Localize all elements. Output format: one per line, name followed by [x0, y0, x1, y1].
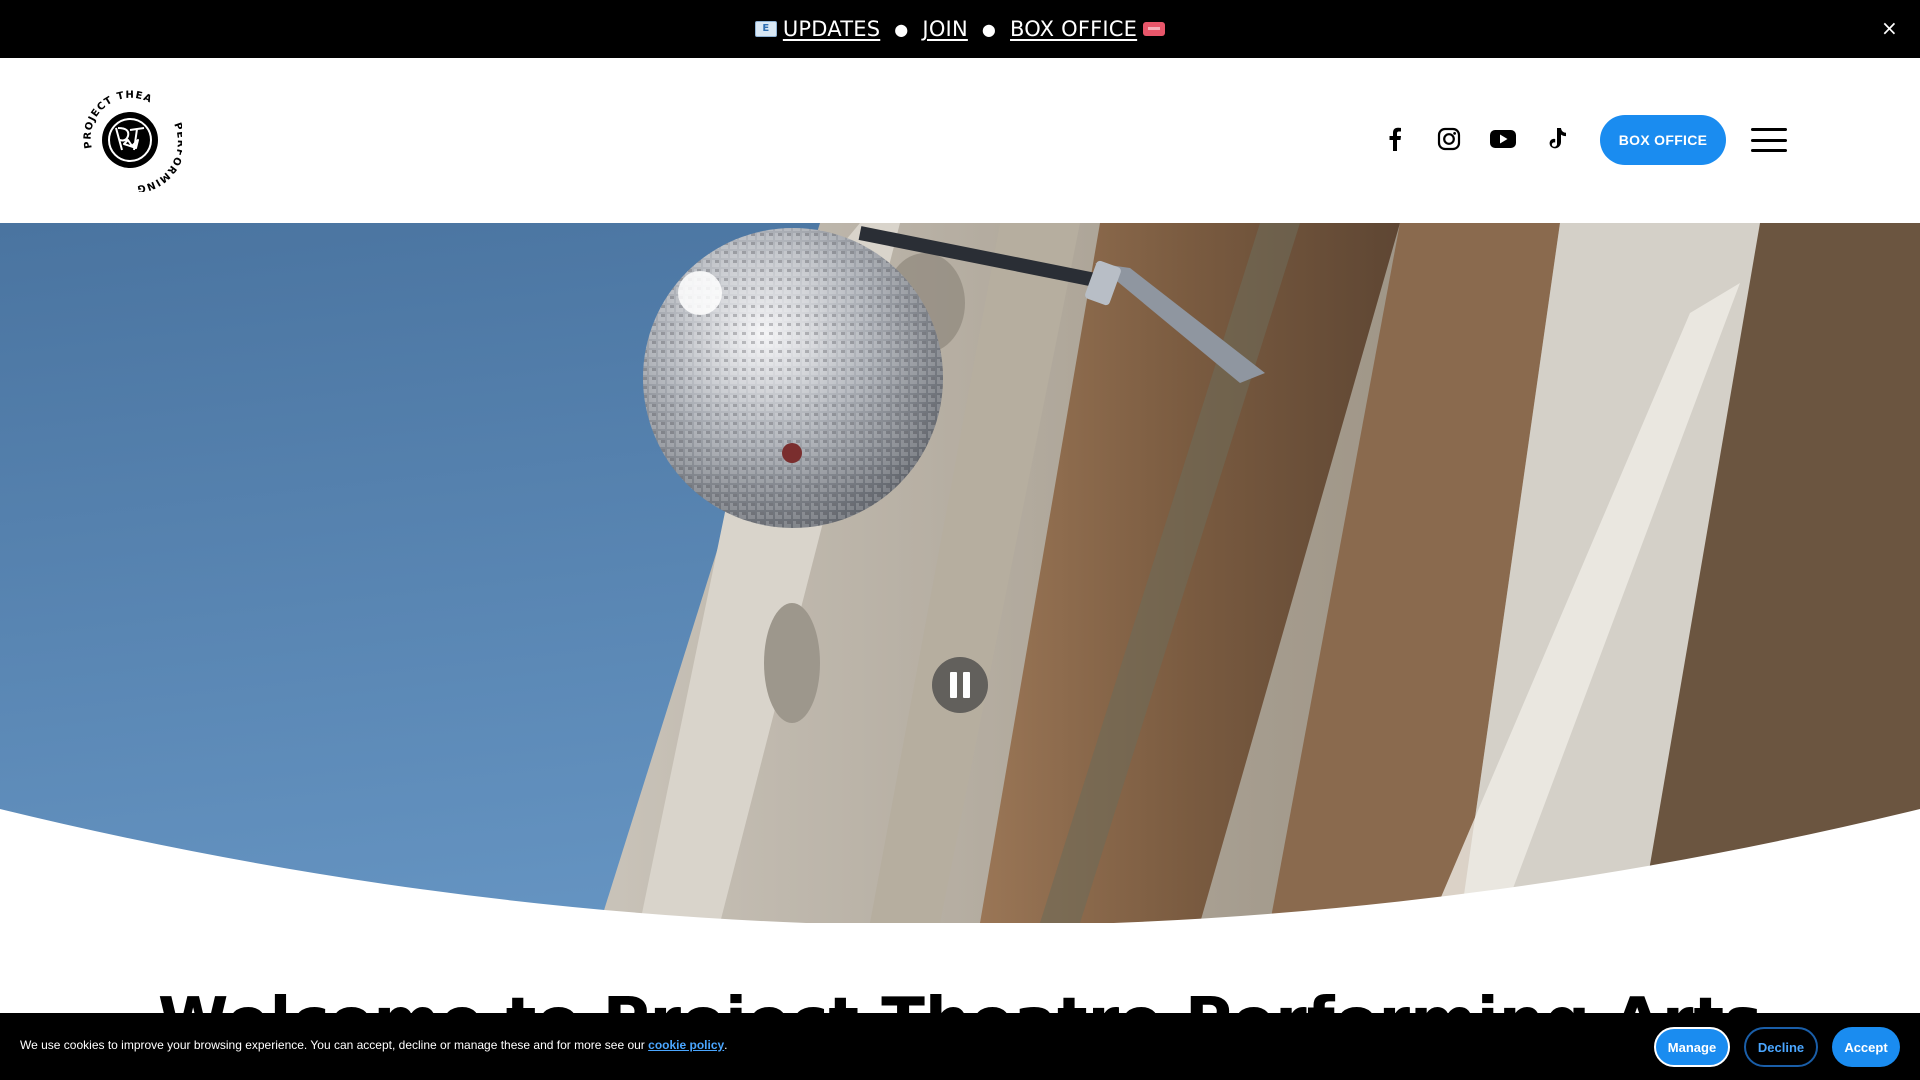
logo-emblem: PROJECT THEATRE PERFORMING ARTS — [74, 80, 185, 194]
hero-image — [0, 223, 1920, 923]
announcement-bar: E UPDATES ● JOIN ● BOX OFFICE × — [0, 0, 1920, 58]
box-office-button[interactable]: BOX OFFICE — [1600, 115, 1726, 165]
site-header: PROJECT THEATRE PERFORMING ARTS BOX OFFI… — [0, 58, 1920, 223]
envelope-icon: E — [754, 21, 777, 37]
box-office-link[interactable]: BOX OFFICE — [1010, 17, 1137, 41]
ticket-icon — [1143, 22, 1166, 36]
youtube-icon[interactable] — [1490, 126, 1516, 152]
accept-button[interactable]: Accept — [1832, 1027, 1900, 1067]
instagram-icon[interactable] — [1436, 126, 1462, 152]
updates-link[interactable]: UPDATES — [783, 17, 880, 41]
cookie-trailing: . — [724, 1038, 728, 1052]
site-logo[interactable]: PROJECT THEATRE PERFORMING ARTS — [74, 80, 185, 194]
social-links — [1382, 126, 1570, 152]
facebook-icon[interactable] — [1382, 126, 1408, 152]
cookie-banner: We use cookies to improve your browsing … — [0, 1013, 1920, 1080]
separator-dot: ● — [981, 19, 997, 39]
cookie-policy-link[interactable]: cookie policy — [648, 1038, 724, 1052]
cookie-message: We use cookies to improve your browsing … — [20, 1038, 728, 1052]
decline-button[interactable]: Decline — [1744, 1027, 1818, 1067]
pause-icon[interactable] — [932, 657, 988, 713]
hero-video[interactable] — [0, 223, 1920, 923]
hamburger-icon[interactable] — [1751, 128, 1787, 152]
manage-button[interactable]: Manage — [1654, 1027, 1730, 1067]
separator-dot: ● — [894, 19, 909, 39]
join-link[interactable]: JOIN — [922, 17, 967, 41]
cookie-text: We use cookies to improve your browsing … — [20, 1038, 649, 1052]
tiktok-icon[interactable] — [1544, 126, 1570, 152]
close-icon[interactable]: × — [1881, 16, 1898, 40]
